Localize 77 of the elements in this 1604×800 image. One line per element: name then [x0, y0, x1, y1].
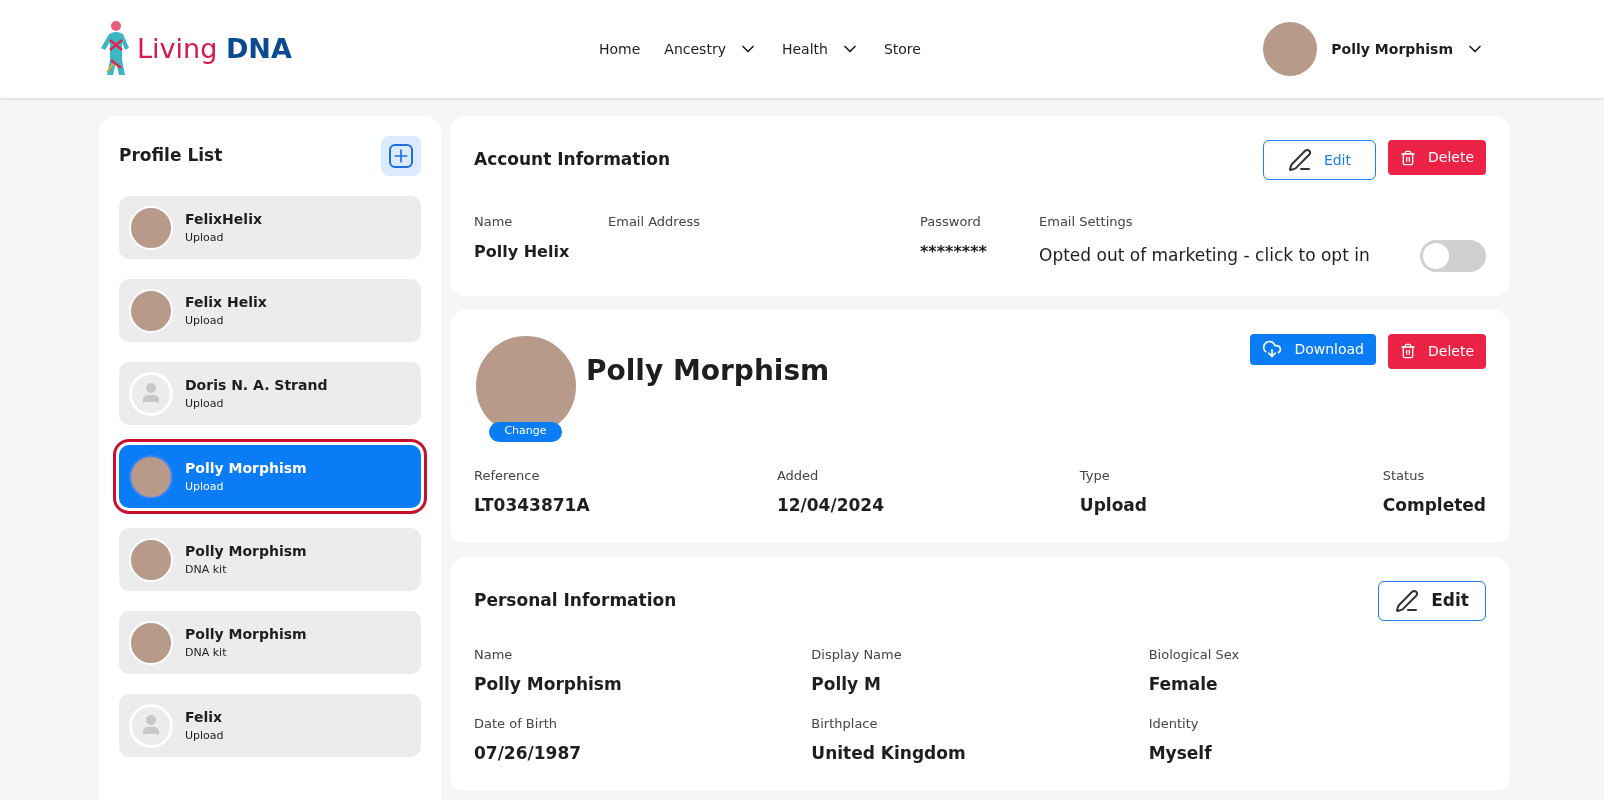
profile-name: Felix	[185, 707, 224, 727]
field-label: Identity	[1148, 714, 1200, 733]
field-label: Added	[776, 466, 820, 485]
profile-name: FelixHelix	[185, 209, 262, 229]
avatar-photo-placeholder	[129, 537, 173, 582]
delete-button[interactable]: Delete	[1388, 140, 1486, 175]
marketing-toggle[interactable]	[1420, 239, 1486, 272]
default-avatar-icon	[129, 371, 173, 416]
avatar-photo-placeholder	[129, 620, 173, 665]
field-value: United Kingdom	[811, 742, 967, 765]
field-label: Display Name	[811, 645, 903, 664]
cloud-download-icon	[1262, 339, 1283, 359]
profile-type: Upload	[185, 312, 225, 329]
plus-icon	[389, 144, 413, 168]
profile-name: Polly Morphism	[185, 541, 307, 561]
nav-link[interactable]: Health	[781, 38, 860, 60]
download-button[interactable]: Download	[1250, 333, 1376, 365]
pen-icon	[1287, 148, 1312, 172]
profile-type: Upload	[185, 478, 225, 495]
field-value: Completed	[1382, 494, 1486, 517]
panel-title: Profile List	[119, 144, 223, 168]
field-label: Status	[1382, 466, 1425, 485]
field-value: LT0343871A	[474, 494, 591, 517]
avatar-photo-placeholder	[129, 288, 173, 333]
brand-name[interactable]: Living DNA	[137, 28, 292, 70]
profile-type: DNA kit	[185, 561, 228, 578]
field-value: Upload	[1079, 494, 1148, 517]
profile-card[interactable]: Felix Upload	[119, 694, 421, 757]
add-profile-button[interactable]	[381, 136, 421, 176]
email-settings-text: Opted out of marketing - click to opt in	[1039, 243, 1370, 267]
field-value: Polly Morphism	[474, 673, 623, 696]
edit-button[interactable]: Edit	[1262, 140, 1376, 180]
field-value: Myself	[1148, 742, 1213, 765]
profile-card[interactable]: Polly Morphism DNA kit	[119, 528, 421, 591]
trash-icon	[1400, 341, 1416, 361]
change-photo-button[interactable]: Change	[489, 421, 562, 442]
nav-link[interactable]: Store	[883, 38, 921, 60]
field-value: ********	[920, 240, 988, 263]
field-label: Name	[474, 213, 514, 231]
profile-type: DNA kit	[185, 644, 228, 661]
field-value: Female	[1148, 673, 1219, 696]
section-title: Personal Information	[474, 588, 677, 612]
field-label: Date of Birth	[474, 714, 559, 733]
profile-name: Polly Morphism	[185, 624, 307, 644]
avatar-photo-placeholder	[129, 454, 173, 499]
field-label: Password	[920, 213, 982, 231]
profile-card[interactable]: FelixHelix Upload	[119, 196, 421, 259]
section-title: Account Information	[474, 148, 671, 172]
field-value: Polly M	[811, 673, 883, 696]
profile-card[interactable]: Felix Helix Upload	[119, 279, 421, 342]
field-value: Polly Helix	[474, 240, 571, 263]
delete-button[interactable]: Delete	[1388, 333, 1486, 369]
profile-type: Upload	[185, 229, 225, 246]
edit-button[interactable]: Edit	[1378, 580, 1486, 621]
profile-heading: Polly Morphism	[586, 352, 830, 389]
pen-icon	[1395, 588, 1420, 613]
field-label: Email Address	[608, 213, 701, 231]
profile-card[interactable]: Doris N. A. Strand Upload	[119, 362, 421, 425]
field-label: Biological Sex	[1148, 645, 1241, 664]
user-menu[interactable]: Polly Morphism	[1261, 20, 1485, 78]
field-label: Email Settings	[1039, 213, 1134, 231]
profile-name: Felix Helix	[185, 292, 267, 312]
profile-type: Upload	[185, 727, 224, 744]
field-label: Name	[474, 645, 514, 664]
avatar-photo-placeholder	[129, 205, 173, 250]
field-label: Birthplace	[811, 714, 879, 733]
nav-link[interactable]: Home	[599, 38, 641, 60]
field-label: Reference	[474, 466, 541, 485]
nav-link[interactable]: Ancestry	[664, 38, 758, 60]
profile-name: Polly Morphism	[185, 458, 307, 478]
profile-type: Upload	[185, 395, 225, 412]
field-value: 07/26/1987	[474, 742, 583, 765]
field-value: 12/04/2024	[776, 494, 885, 517]
default-avatar-icon	[129, 703, 173, 748]
profile-name: Doris N. A. Strand	[185, 375, 328, 395]
field-label: Type	[1079, 466, 1111, 485]
profile-card[interactable]: Polly Morphism DNA kit	[119, 611, 421, 674]
